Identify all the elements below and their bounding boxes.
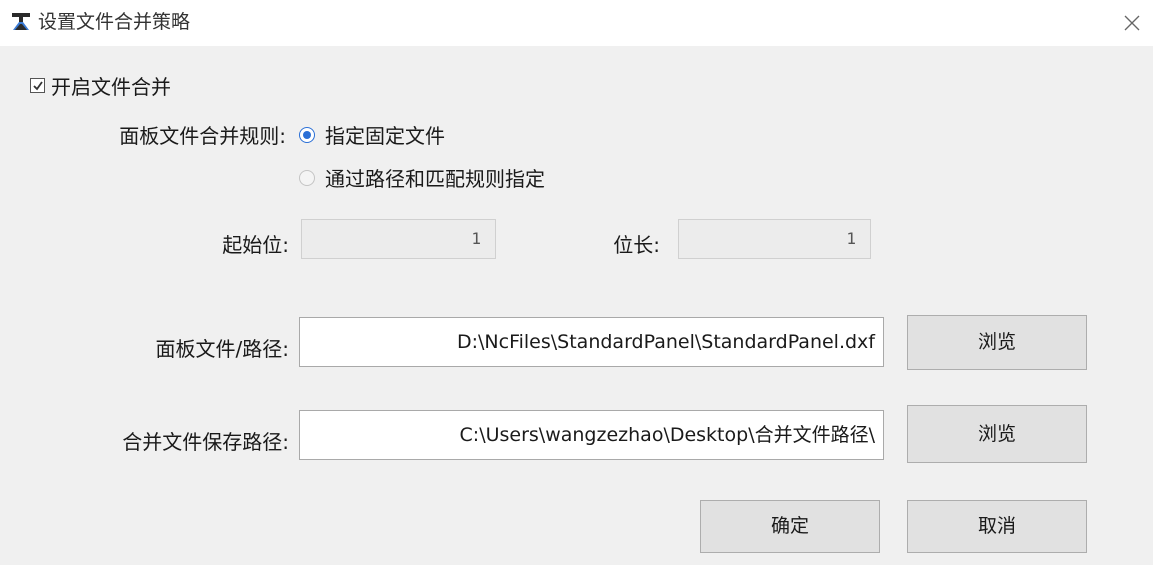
radio-fixed-file[interactable]: 指定固定文件 bbox=[299, 120, 445, 149]
browse-panel-path-button[interactable]: 浏览 bbox=[907, 315, 1087, 370]
panel-path-input[interactable]: D:\NcFiles\StandardPanel\StandardPanel.d… bbox=[299, 317, 884, 367]
bit-length-input[interactable]: 1 bbox=[678, 219, 871, 259]
check-icon bbox=[32, 80, 43, 90]
app-logo-icon bbox=[12, 13, 30, 30]
radio-fixed-file-label: 指定固定文件 bbox=[325, 124, 445, 148]
save-path-label: 合并文件保存路径: bbox=[122, 430, 289, 454]
radio-path-match-label: 通过路径和匹配规则指定 bbox=[325, 167, 545, 191]
title-bar: 设置文件合并策略 bbox=[0, 0, 1153, 46]
browse-save-path-button[interactable]: 浏览 bbox=[907, 405, 1087, 463]
close-button[interactable] bbox=[1117, 8, 1147, 38]
close-icon bbox=[1124, 15, 1140, 31]
merge-checkbox-label: 开启文件合并 bbox=[51, 75, 171, 99]
merge-checkbox[interactable] bbox=[30, 78, 45, 93]
panel-rule-label: 面板文件合并规则: bbox=[119, 124, 286, 148]
save-path-input[interactable]: C:\Users\wangzezhao\Desktop\合并文件路径\ bbox=[299, 410, 884, 460]
radio-path-match-button[interactable] bbox=[299, 169, 315, 186]
radio-path-match[interactable]: 通过路径和匹配规则指定 bbox=[299, 163, 545, 192]
bit-length-label: 位长: bbox=[613, 233, 660, 257]
start-pos-input[interactable]: 1 bbox=[301, 219, 496, 259]
ok-button[interactable]: 确定 bbox=[700, 500, 880, 553]
cancel-button[interactable]: 取消 bbox=[907, 500, 1087, 553]
start-pos-label: 起始位: bbox=[222, 233, 289, 257]
merge-toggle[interactable]: 开启文件合并 bbox=[30, 71, 171, 100]
panel-path-label: 面板文件/路径: bbox=[155, 337, 289, 361]
radio-fixed-file-button[interactable] bbox=[299, 126, 315, 143]
window-title: 设置文件合并策略 bbox=[38, 11, 191, 33]
